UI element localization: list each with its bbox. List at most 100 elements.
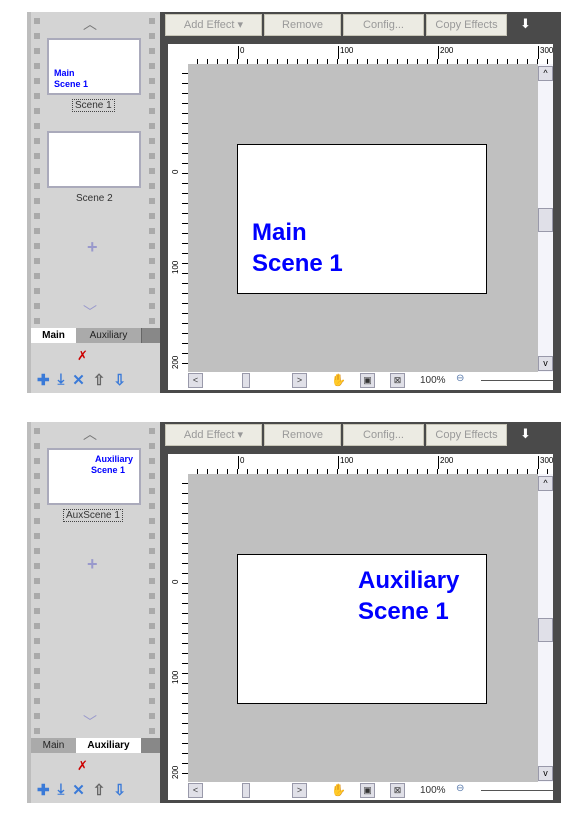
- vertical-scrollbar[interactable]: ^ v: [538, 64, 553, 372]
- actual-size-icon[interactable]: ⊠: [390, 783, 405, 798]
- scene-page[interactable]: Auxiliary Scene 1: [237, 554, 487, 704]
- arrow-down-icon[interactable]: ⬇: [520, 426, 531, 442]
- tab-main[interactable]: Main: [31, 738, 77, 753]
- scene-title[interactable]: Scene 1: [252, 248, 486, 279]
- config-button[interactable]: Config...: [343, 424, 424, 446]
- add-scene-icon[interactable]: +: [87, 554, 98, 575]
- fit-icon[interactable]: ▣: [360, 373, 375, 388]
- h-scroll-thumb[interactable]: [242, 783, 250, 798]
- scene-title[interactable]: Main: [252, 217, 486, 248]
- tab-auxiliary[interactable]: Auxiliary: [76, 328, 142, 343]
- scene-label-2[interactable]: Scene 2: [74, 193, 115, 204]
- remove-button[interactable]: Remove: [264, 424, 341, 446]
- top-ruler: 0 100 200 300: [188, 454, 553, 474]
- scroll-right-button[interactable]: >: [292, 783, 307, 798]
- zoom-out-icon[interactable]: ⊖: [456, 783, 464, 794]
- add-icon[interactable]: ✚: [37, 371, 50, 389]
- h-scroll-thumb[interactable]: [242, 373, 250, 388]
- ruler-label: 300: [538, 46, 553, 59]
- scroll-up-button[interactable]: ^: [538, 476, 553, 491]
- editor-workspace: 0 100 200 300 0 100 200 Auxiliary Scene 1…: [168, 454, 553, 800]
- add-effect-label: Add Effect: [183, 19, 235, 31]
- scroll-right-button[interactable]: >: [292, 373, 307, 388]
- import-icon[interactable]: ⤓: [58, 371, 65, 389]
- scene-page[interactable]: Main Scene 1: [237, 144, 487, 294]
- scroll-up-icon[interactable]: ︿: [83, 424, 97, 444]
- add-effect-button[interactable]: Add Effect ▾: [165, 14, 262, 36]
- scroll-down-icon[interactable]: ﹀: [83, 302, 97, 322]
- film-holes: [149, 18, 155, 328]
- scene-label-1[interactable]: Scene 1: [72, 99, 115, 112]
- scene-thumbnail-2[interactable]: [47, 131, 141, 188]
- import-icon[interactable]: ⤓: [58, 781, 65, 799]
- scroll-down-button[interactable]: v: [538, 766, 553, 781]
- scene-thumbnail-1[interactable]: Auxiliary Scene 1: [47, 448, 141, 505]
- zoom-level: 100%: [420, 785, 446, 796]
- scene-sidebar: ︿ Auxiliary Scene 1 AuxScene 1 + ﹀ Main A…: [27, 422, 160, 803]
- actual-size-icon[interactable]: ⊠: [390, 373, 405, 388]
- scene-actions: ✚ ⤓ ✕ ⇧ ⇩: [37, 781, 126, 799]
- top-ruler: 0 100 200 300: [188, 44, 553, 64]
- delete-icon[interactable]: ✕: [72, 781, 85, 799]
- no-effect-icon[interactable]: ✗: [77, 348, 88, 364]
- zoom-slider[interactable]: [481, 790, 553, 791]
- scroll-up-icon[interactable]: ︿: [83, 14, 97, 34]
- hand-icon[interactable]: ✋: [331, 373, 346, 387]
- move-down-icon[interactable]: ⇩: [113, 371, 126, 389]
- tab-main[interactable]: Main: [31, 328, 76, 343]
- scene-thumbnail-1[interactable]: Main Scene 1: [47, 38, 141, 95]
- arrow-down-icon[interactable]: ⬇: [520, 16, 531, 32]
- thumb-text: Main: [54, 68, 75, 78]
- scene-title[interactable]: Scene 1: [358, 596, 486, 627]
- hand-icon[interactable]: ✋: [331, 783, 346, 797]
- zoom-out-icon[interactable]: ⊖: [456, 373, 464, 384]
- ruler-label: 0: [238, 46, 244, 59]
- scene-canvas[interactable]: Auxiliary Scene 1: [188, 474, 538, 782]
- add-effect-button[interactable]: Add Effect ▾: [165, 424, 262, 446]
- ruler-label: 100: [171, 260, 180, 274]
- editor-frame: Add Effect ▾ Remove Config... Copy Effec…: [160, 12, 561, 393]
- status-bar: < > ✋ ▣ ⊠ 100% ⊖: [188, 372, 553, 390]
- remove-button[interactable]: Remove: [264, 14, 341, 36]
- move-up-icon[interactable]: ⇧: [93, 371, 106, 389]
- scroll-up-button[interactable]: ^: [538, 66, 553, 81]
- ruler-label: 200: [171, 355, 180, 369]
- scroll-left-button[interactable]: <: [188, 783, 203, 798]
- ruler-label: 100: [338, 46, 353, 59]
- scroll-thumb[interactable]: [538, 618, 553, 642]
- scroll-down-button[interactable]: v: [538, 356, 553, 371]
- ruler-label: 0: [171, 579, 180, 584]
- main-scene-panel: ︿ Main Scene 1 Scene 1 Scene 2 + ﹀ Main A…: [27, 12, 561, 393]
- scene-sidebar: ︿ Main Scene 1 Scene 1 Scene 2 + ﹀ Main A…: [27, 12, 160, 393]
- tab-bar: Main Auxiliary: [31, 738, 160, 753]
- zoom-level: 100%: [420, 375, 446, 386]
- move-down-icon[interactable]: ⇩: [113, 781, 126, 799]
- fit-icon[interactable]: ▣: [360, 783, 375, 798]
- copy-effects-button[interactable]: Copy Effects: [426, 14, 507, 36]
- delete-icon[interactable]: ✕: [72, 371, 85, 389]
- ruler-label: 100: [338, 456, 353, 469]
- add-effect-label: Add Effect: [183, 429, 235, 441]
- config-button[interactable]: Config...: [343, 14, 424, 36]
- ruler-label: 0: [171, 169, 180, 174]
- add-scene-icon[interactable]: +: [87, 237, 98, 258]
- thumb-text: Scene 1: [90, 465, 125, 475]
- no-effect-icon[interactable]: ✗: [77, 758, 88, 774]
- ruler-label: 200: [438, 456, 453, 469]
- add-icon[interactable]: ✚: [37, 781, 50, 799]
- thumb-text: Auxiliary: [94, 454, 133, 464]
- ruler-label: 300: [538, 456, 553, 469]
- scroll-thumb[interactable]: [538, 208, 553, 232]
- scene-canvas[interactable]: Main Scene 1: [188, 64, 538, 372]
- scene-title[interactable]: Auxiliary: [358, 565, 486, 596]
- copy-effects-button[interactable]: Copy Effects: [426, 424, 507, 446]
- left-ruler: 0 100 200: [168, 64, 188, 372]
- scene-label-1[interactable]: AuxScene 1: [63, 509, 123, 522]
- scroll-left-button[interactable]: <: [188, 373, 203, 388]
- move-up-icon[interactable]: ⇧: [93, 781, 106, 799]
- vertical-scrollbar[interactable]: ^ v: [538, 474, 553, 782]
- scroll-down-icon[interactable]: ﹀: [83, 712, 97, 732]
- zoom-slider[interactable]: [481, 380, 553, 381]
- scene-actions: ✚ ⤓ ✕ ⇧ ⇩: [37, 371, 126, 389]
- tab-auxiliary[interactable]: Auxiliary: [76, 738, 141, 753]
